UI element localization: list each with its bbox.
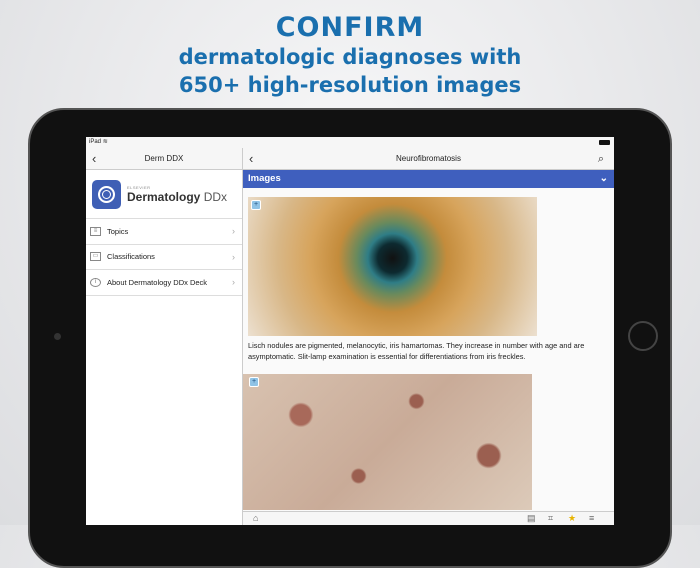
zoom-icon[interactable]: + bbox=[251, 200, 261, 210]
battery-icon bbox=[599, 140, 610, 145]
sidebar-item-topics[interactable]: ≡ Topics › bbox=[86, 219, 242, 245]
home-icon[interactable]: ⌂ bbox=[253, 513, 258, 523]
search-icon[interactable]: ⌕ bbox=[598, 148, 604, 170]
iris-image[interactable]: + bbox=[248, 197, 537, 336]
sidebar: ‹ Derm DDX ELSEVIER Dermatology DDx ≡ Topi… bbox=[86, 148, 243, 525]
chevron-down-icon: ⌄ bbox=[599, 173, 608, 184]
promo-line-2: 650+ high-resolution images bbox=[178, 73, 522, 97]
brand-header: ELSEVIER Dermatology DDx bbox=[86, 170, 242, 219]
detail-nav: ‹ Neurofibromatosis ⌕ bbox=[243, 148, 614, 170]
notes-icon[interactable]: ▤ bbox=[527, 513, 536, 524]
home-button[interactable] bbox=[628, 321, 658, 351]
app-logo bbox=[92, 179, 121, 209]
brand-suffix: DDx bbox=[203, 189, 228, 204]
sidebar-nav: ‹ Derm DDX bbox=[86, 148, 242, 170]
list-icon: ≡ bbox=[90, 226, 101, 236]
section-title: Images bbox=[248, 173, 281, 184]
brand-name: Dermatology bbox=[127, 189, 201, 204]
info-icon: i bbox=[90, 277, 101, 287]
bottom-toolbar: ⌂ ▤ ⌗ ★ ≡ bbox=[243, 511, 614, 525]
status-bar: iPad ≋ bbox=[86, 137, 614, 148]
back-icon[interactable]: ‹ bbox=[92, 148, 96, 170]
zoom-icon[interactable]: + bbox=[249, 377, 259, 387]
promo-headline: CONFIRM dermatologic diagnoses with 650+… bbox=[0, 12, 700, 99]
camera bbox=[54, 333, 61, 340]
app-screen: iPad ≋ ‹ Derm DDX ELSEVIER Dermatology DD… bbox=[86, 137, 614, 525]
skin-nodules-image[interactable]: + bbox=[243, 374, 532, 510]
sidebar-title: Derm DDX bbox=[144, 154, 184, 163]
promo-title: CONFIRM bbox=[275, 12, 425, 43]
promo-line-1: dermatologic diagnoses with bbox=[178, 45, 522, 69]
sidebar-item-classifications[interactable]: ▭ Classifications › bbox=[86, 245, 242, 270]
sidebar-item-about[interactable]: i About Dermatology DDx Deck › bbox=[86, 270, 242, 296]
item-label: Topics bbox=[107, 226, 129, 236]
images-section-header[interactable]: Images ⌄ bbox=[243, 170, 614, 188]
chevron-right-icon: › bbox=[232, 251, 235, 262]
detail-panel: ‹ Neurofibromatosis ⌕ Images ⌄ + Lisch nodu… bbox=[243, 148, 614, 525]
image-caption: Lisch nodules are pigmented, melanocytic… bbox=[248, 341, 585, 361]
list-add-icon[interactable]: ≡ bbox=[589, 513, 594, 523]
tag-icon[interactable]: ⌗ bbox=[548, 513, 553, 524]
star-icon[interactable]: ★ bbox=[568, 513, 576, 524]
back-icon[interactable]: ‹ bbox=[249, 148, 253, 170]
chevron-right-icon: › bbox=[232, 277, 235, 288]
item-label: Classifications bbox=[107, 252, 155, 262]
wifi-icon: ≋ bbox=[102, 139, 108, 145]
chevron-right-icon: › bbox=[232, 226, 235, 237]
folder-icon: ▭ bbox=[90, 252, 101, 262]
detail-title: Neurofibromatosis bbox=[396, 154, 461, 163]
device-label: iPad bbox=[89, 139, 102, 145]
item-label: About Dermatology DDx Deck bbox=[107, 277, 208, 287]
